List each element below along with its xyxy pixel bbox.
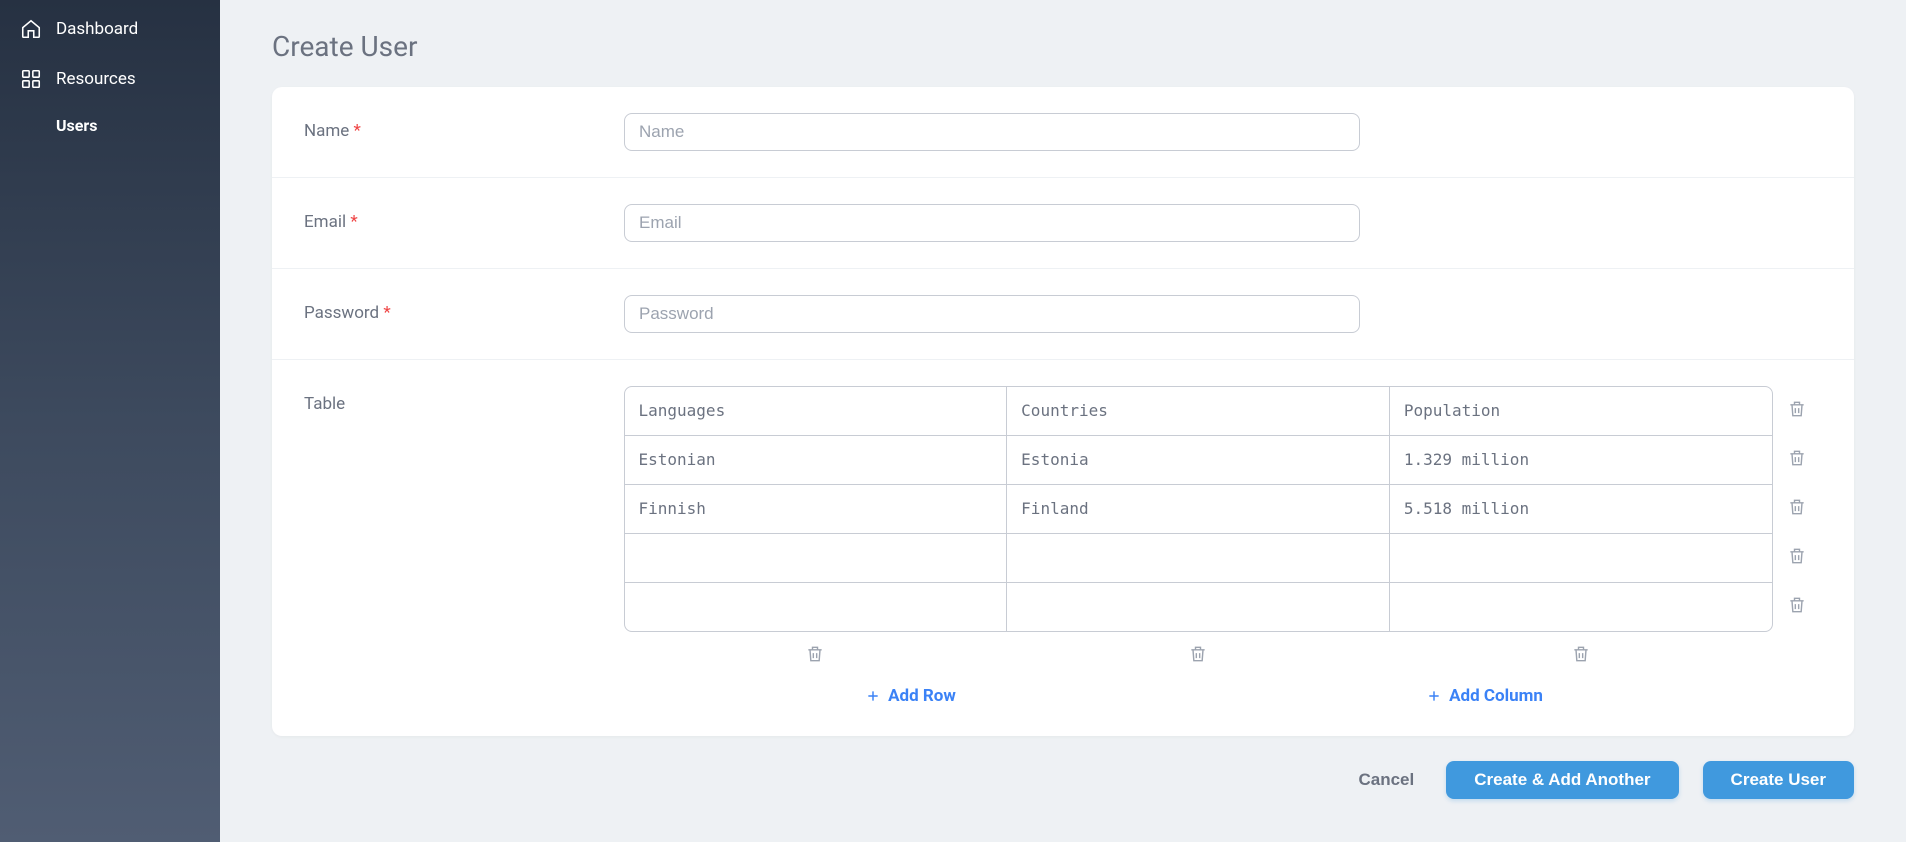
sidebar-subitem-label: Users xyxy=(56,116,97,135)
delete-row-button[interactable] xyxy=(1772,435,1822,485)
create-add-another-button[interactable]: Create & Add Another xyxy=(1446,761,1678,799)
table-grid: Languages Countries Population Estonian … xyxy=(624,386,1822,632)
table-main: Languages Countries Population Estonian … xyxy=(624,386,1772,632)
trash-icon xyxy=(1787,546,1807,570)
trash-icon xyxy=(1571,644,1591,668)
trash-icon xyxy=(1787,448,1807,472)
plus-icon xyxy=(866,689,880,703)
trash-icon xyxy=(1787,399,1807,423)
cancel-button[interactable]: Cancel xyxy=(1350,760,1422,800)
table-header-row: Languages Countries Population xyxy=(624,386,1772,435)
table-row xyxy=(624,533,1772,582)
table-cell[interactable]: 5.518 million xyxy=(1389,484,1773,534)
form-row-email: Email * xyxy=(272,178,1854,269)
delete-row-button[interactable] xyxy=(1772,533,1822,583)
name-input[interactable] xyxy=(624,113,1360,151)
plus-icon xyxy=(1427,689,1441,703)
table-header-cell[interactable]: Languages xyxy=(624,386,1008,436)
add-row-button[interactable]: Add Row xyxy=(624,682,1198,710)
form-row-password: Password * xyxy=(272,269,1854,360)
trash-icon xyxy=(1188,644,1208,668)
table-cell[interactable]: Finnish xyxy=(624,484,1008,534)
sidebar-item-label: Resources xyxy=(56,69,136,89)
delete-row-button[interactable] xyxy=(1772,484,1822,534)
delete-column-button[interactable] xyxy=(624,638,1007,674)
table-row: Finnish Finland 5.518 million xyxy=(624,484,1772,533)
trash-icon xyxy=(1787,595,1807,619)
sidebar-item-resources[interactable]: Resources xyxy=(0,54,220,104)
table-row: Estonian Estonia 1.329 million xyxy=(624,435,1772,484)
add-column-button[interactable]: Add Column xyxy=(1198,682,1772,710)
email-input[interactable] xyxy=(624,204,1360,242)
table-cell[interactable] xyxy=(1389,533,1773,583)
delete-row-button[interactable] xyxy=(1772,582,1822,632)
delete-column-button[interactable] xyxy=(1389,638,1772,674)
sidebar-item-label: Dashboard xyxy=(56,19,138,39)
trash-icon xyxy=(1787,497,1807,521)
table-cell[interactable] xyxy=(624,582,1008,632)
grid-icon xyxy=(20,68,42,90)
table-cell[interactable] xyxy=(624,533,1008,583)
table-cell[interactable]: Estonia xyxy=(1006,435,1390,485)
table-header-cell[interactable]: Population xyxy=(1389,386,1773,436)
form-row-name: Name * xyxy=(272,87,1854,178)
create-user-button[interactable]: Create User xyxy=(1703,761,1854,799)
table-container: Languages Countries Population Estonian … xyxy=(624,386,1822,710)
table-cell[interactable] xyxy=(1006,533,1390,583)
sidebar-subitem-users[interactable]: Users xyxy=(0,104,220,147)
table-cell[interactable] xyxy=(1389,582,1773,632)
delete-row-button[interactable] xyxy=(1772,386,1822,436)
email-label: Email * xyxy=(304,204,624,242)
sidebar: Dashboard Resources Users xyxy=(0,0,220,842)
form-card: Name * Email * Password * xyxy=(272,87,1854,736)
sidebar-item-dashboard[interactable]: Dashboard xyxy=(0,4,220,54)
table-cell[interactable]: Finland xyxy=(1006,484,1390,534)
main-content: Create User Name * Email * Password * xyxy=(220,0,1906,842)
column-delete-row xyxy=(624,632,1822,674)
table-cell[interactable] xyxy=(1006,582,1390,632)
page-title: Create User xyxy=(272,30,1854,63)
table-header-cell[interactable]: Countries xyxy=(1006,386,1390,436)
table-cell[interactable]: 1.329 million xyxy=(1389,435,1773,485)
table-row xyxy=(624,582,1772,631)
password-input[interactable] xyxy=(624,295,1360,333)
table-cell[interactable]: Estonian xyxy=(624,435,1008,485)
table-actions: Add Row Add Column xyxy=(624,682,1822,710)
table-label: Table xyxy=(304,386,624,710)
home-icon xyxy=(20,18,42,40)
row-delete-column xyxy=(1772,386,1822,632)
form-row-table: Table Languages Countries Population Est… xyxy=(272,360,1854,736)
password-label: Password * xyxy=(304,295,624,333)
footer-actions: Cancel Create & Add Another Create User xyxy=(272,760,1854,800)
trash-icon xyxy=(805,644,825,668)
name-label: Name * xyxy=(304,113,624,151)
delete-column-button[interactable] xyxy=(1007,638,1390,674)
